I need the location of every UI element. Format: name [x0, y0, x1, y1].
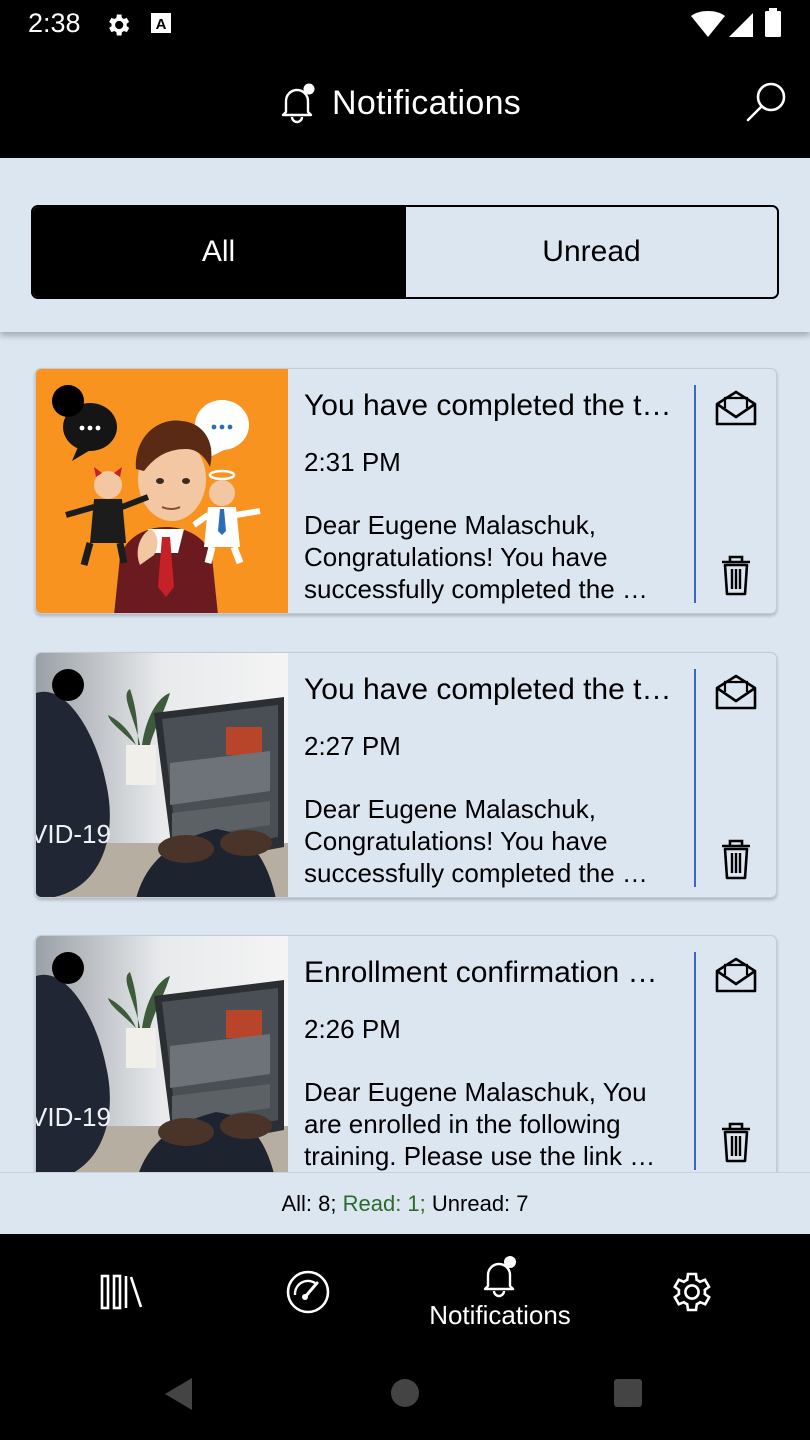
notification-message: Dear Eugene Malaschuk, Congratulations! … [304, 794, 648, 888]
dashboard-icon [286, 1270, 330, 1314]
font-app-icon: A [151, 13, 171, 33]
notification-message: Dear Eugene Malaschuk, You are enrolled … [304, 1077, 656, 1171]
app-bar: Notifications [0, 48, 810, 158]
count-unread: Unread: 7 [431, 1190, 529, 1216]
delete-icon[interactable] [716, 1120, 756, 1164]
bottom-nav: Notifications [0, 1234, 810, 1350]
notification-thumbnail: VID-19 [36, 653, 288, 897]
count-all: All: 8; [281, 1190, 337, 1216]
notification-title: You have completed the t… [304, 389, 672, 422]
bell-icon [483, 1255, 516, 1297]
filter-area: All Unread [0, 158, 810, 332]
svg-text:A: A [156, 16, 167, 33]
home-icon[interactable] [389, 1377, 421, 1409]
notification-thumbnail: VID-19 [36, 936, 288, 1172]
notification-card[interactable]: You have completed the t… 2:31 PM Dear E… [35, 368, 777, 614]
mark-as-read-icon[interactable] [714, 389, 758, 427]
notification-content: Enrollment confirmation … 2:26 PM Dear E… [304, 936, 694, 1172]
unread-indicator [52, 952, 84, 984]
bell-icon [281, 83, 315, 124]
system-nav-bar [0, 1350, 810, 1440]
notification-time: 2:27 PM [304, 731, 401, 761]
gear-icon [109, 14, 130, 36]
tab-unread[interactable]: Unread [404, 207, 777, 297]
unread-indicator [52, 669, 84, 701]
unread-indicator [52, 385, 84, 417]
notification-content: You have completed the t… 2:31 PM Dear E… [304, 369, 694, 613]
library-icon [100, 1274, 143, 1310]
settings-icon [673, 1272, 711, 1312]
status-bar: 2:38 A [0, 0, 810, 48]
delete-icon[interactable] [716, 553, 756, 597]
nav-settings[interactable] [648, 1234, 732, 1350]
mark-as-read-icon[interactable] [714, 956, 758, 994]
card-divider [694, 669, 696, 887]
notification-card[interactable]: VID-19 Enrollment confirmation … 2:26 PM… [35, 935, 777, 1172]
notification-thumbnail [36, 369, 288, 613]
card-divider [694, 385, 696, 603]
nav-dashboard[interactable] [266, 1234, 350, 1350]
mark-as-read-icon[interactable] [714, 673, 758, 711]
nav-library[interactable] [80, 1234, 164, 1350]
card-divider [694, 952, 696, 1170]
nav-notifications[interactable]: Notifications [410, 1234, 590, 1350]
notification-list[interactable]: You have completed the t… 2:31 PM Dear E… [0, 332, 810, 1172]
notification-message: Dear Eugene Malaschuk, Congratulations! … [304, 510, 648, 604]
battery-icon [765, 8, 781, 37]
back-icon[interactable] [162, 1376, 196, 1412]
thumbnail-caption: VID-19 [36, 1102, 111, 1132]
notification-title: You have completed the t… [304, 673, 672, 706]
nav-label: Notifications [429, 1299, 571, 1330]
count-read: Read: 1; [342, 1190, 426, 1216]
notification-time: 2:26 PM [304, 1014, 401, 1044]
notification-card[interactable]: VID-19 You have completed the t… 2:27 PM… [35, 652, 777, 898]
notification-counts: All: 8; Read: 1; Unread: 7 [0, 1172, 810, 1234]
status-time: 2:38 [28, 8, 81, 38]
read-filter-toggle: All Unread [31, 205, 779, 299]
app-title-group: Notifications [278, 78, 521, 128]
search-icon[interactable] [742, 78, 792, 128]
recents-icon[interactable] [612, 1377, 644, 1409]
cell-signal-icon [729, 13, 753, 37]
notification-content: You have completed the t… 2:27 PM Dear E… [304, 653, 694, 897]
wifi-icon [691, 11, 725, 37]
thumbnail-caption: VID-19 [36, 819, 111, 849]
notification-time: 2:31 PM [304, 447, 401, 477]
notification-title: Enrollment confirmation … [304, 956, 658, 989]
page-title: Notifications [332, 83, 522, 122]
tab-all[interactable]: All [33, 207, 404, 297]
delete-icon[interactable] [716, 837, 756, 881]
